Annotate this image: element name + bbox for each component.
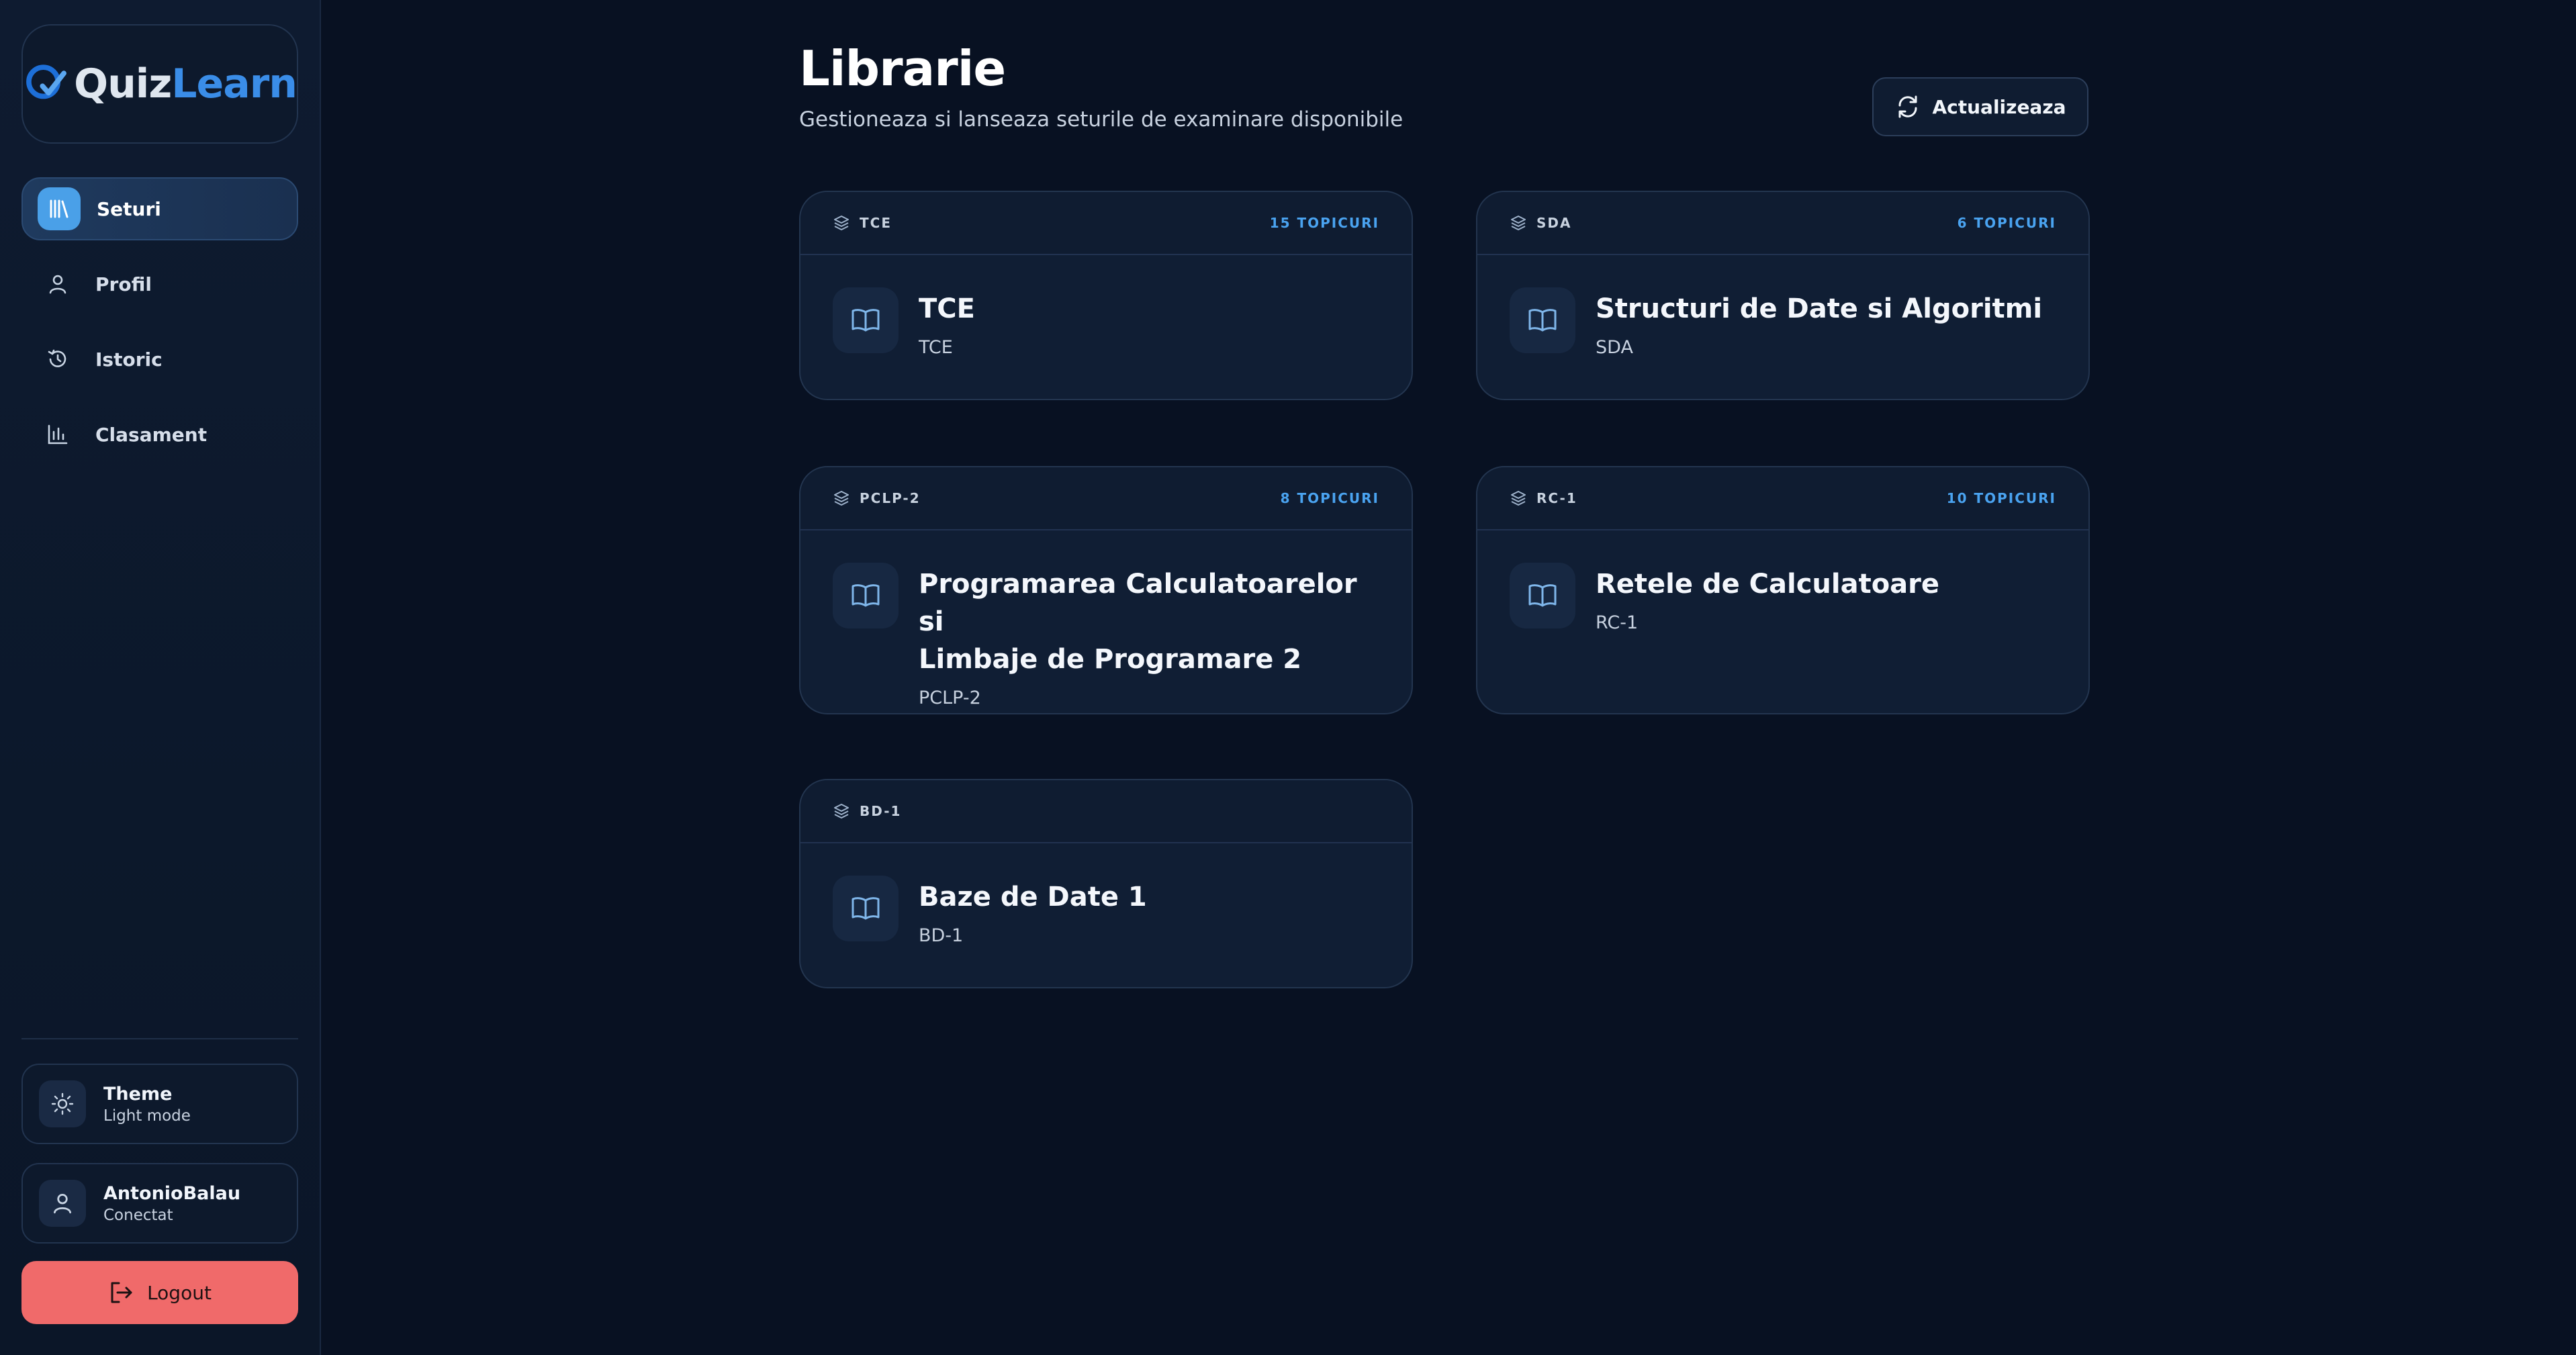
sidebar-item-label: Clasament	[95, 423, 208, 446]
user-icon	[39, 1180, 86, 1227]
logo-text: QuizLearn	[74, 60, 297, 107]
sun-icon	[39, 1080, 86, 1127]
refresh-button[interactable]: Actualizeaza	[1872, 77, 2088, 136]
theme-toggle[interactable]: Theme Light mode	[21, 1064, 298, 1144]
card-topic-count: 15 TOPICURI	[1269, 215, 1379, 231]
card-title: Retele de Calculatoare	[1596, 569, 1940, 600]
book-icon	[1510, 563, 1575, 628]
sidebar-item-label: Seturi	[97, 197, 161, 220]
layers-icon	[834, 491, 849, 506]
book-icon	[833, 563, 899, 628]
sidebar-item-label: Istoric	[95, 348, 163, 371]
layers-icon	[834, 216, 849, 230]
sidebar-item-label: Profil	[95, 273, 152, 295]
page-subtitle: Gestioneaza si lanseaza seturile de exam…	[799, 107, 1404, 132]
card-subtitle: SDA	[1596, 337, 1633, 358]
set-card-tce[interactable]: TCE 15 TOPICURI TCE TCE	[799, 191, 1413, 400]
history-icon	[36, 338, 79, 381]
logout-button[interactable]: Logout	[21, 1261, 298, 1324]
card-title: Programarea Calculatoarelor si Limbaje d…	[919, 569, 1357, 675]
sidebar-item-profil[interactable]: Profil	[21, 252, 298, 316]
app-logo[interactable]: QuizLearn	[21, 24, 298, 144]
card-topic-count: 8 TOPICURI	[1280, 490, 1379, 506]
card-title: TCE	[919, 293, 975, 324]
card-header: BD-1	[800, 780, 1412, 843]
card-code: RC-1	[1510, 489, 1577, 507]
user-status: Conectat	[103, 1206, 173, 1224]
card-topic-count: 6 TOPICURI	[1957, 215, 2056, 231]
page-title: Librarie	[799, 40, 1006, 97]
set-card-rc-1[interactable]: RC-1 10 TOPICURI Retele de Calculatoare …	[1476, 466, 2090, 714]
card-code: SDA	[1510, 214, 1571, 232]
layers-icon	[1511, 216, 1526, 230]
refresh-label: Actualizeaza	[1932, 95, 2066, 118]
card-subtitle: PCLP-2	[919, 688, 981, 708]
sidebar-item-seturi[interactable]: Seturi	[21, 177, 298, 240]
bar-chart-icon	[36, 413, 79, 456]
logout-label: Logout	[147, 1281, 212, 1304]
book-icon	[833, 876, 899, 941]
logo-icon	[26, 64, 66, 99]
logout-icon	[111, 1282, 132, 1303]
book-icon	[1510, 287, 1575, 353]
refresh-icon	[1898, 95, 1917, 118]
card-subtitle: TCE	[919, 337, 953, 358]
sidebar-item-clasament[interactable]: Clasament	[21, 403, 298, 466]
card-subtitle: BD-1	[919, 925, 964, 946]
card-code: TCE	[833, 214, 892, 232]
user-card[interactable]: AntonioBalau Conectat	[21, 1163, 298, 1244]
theme-subtitle: Light mode	[103, 1107, 191, 1125]
card-title: Structuri de Date si Algoritmi	[1596, 293, 2043, 324]
book-icon	[833, 287, 899, 353]
card-code: PCLP-2	[833, 489, 921, 507]
theme-title: Theme	[103, 1083, 173, 1105]
set-card-bd-1[interactable]: BD-1 Baze de Date 1 BD-1	[799, 779, 1413, 988]
card-header: PCLP-2 8 TOPICURI	[800, 467, 1412, 530]
layers-icon	[1511, 491, 1526, 506]
card-code: BD-1	[833, 802, 901, 820]
card-subtitle: RC-1	[1596, 612, 1639, 633]
set-card-sda[interactable]: SDA 6 TOPICURI Structuri de Date si Algo…	[1476, 191, 2090, 400]
user-icon	[36, 263, 79, 306]
set-card-pclp-2[interactable]: PCLP-2 8 TOPICURI Programarea Calculatoa…	[799, 466, 1413, 714]
card-header: SDA 6 TOPICURI	[1477, 192, 2088, 255]
layers-icon	[834, 804, 849, 819]
card-header: RC-1 10 TOPICURI	[1477, 467, 2088, 530]
library-icon	[38, 187, 81, 230]
sidebar: QuizLearn Seturi Profil Istoric Clasamen…	[0, 0, 321, 1355]
card-title: Baze de Date 1	[919, 882, 1147, 913]
sidebar-item-istoric[interactable]: Istoric	[21, 328, 298, 391]
sidebar-divider	[21, 1038, 298, 1039]
user-name: AntonioBalau	[103, 1182, 241, 1204]
card-header: TCE 15 TOPICURI	[800, 192, 1412, 255]
card-topic-count: 10 TOPICURI	[1946, 490, 2056, 506]
